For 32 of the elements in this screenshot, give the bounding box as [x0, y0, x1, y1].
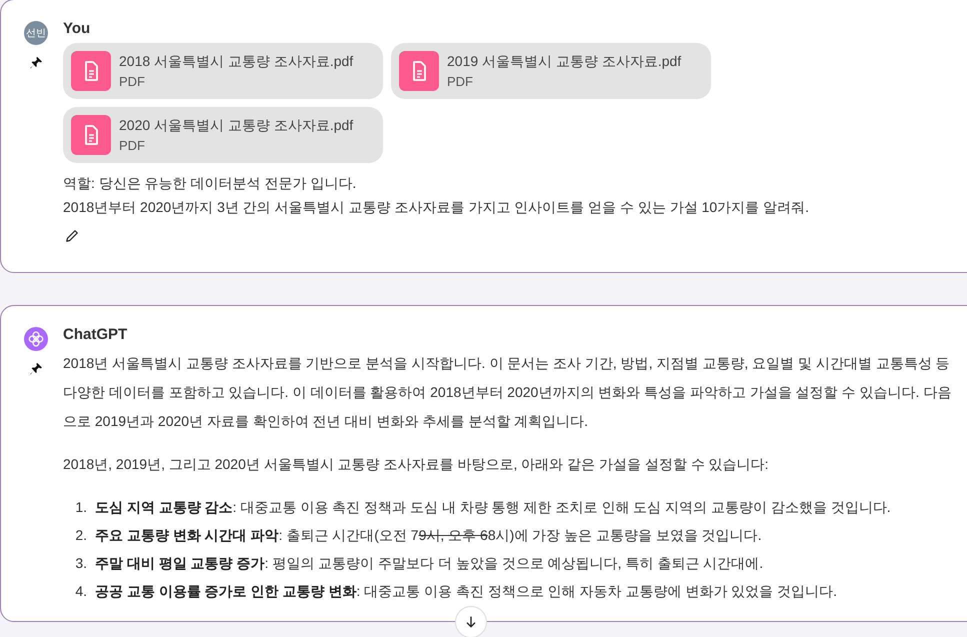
file-type: PDF	[119, 74, 146, 89]
list-item-text: 공공 교통 이용률 증가로 인한 교통량 변화: 대중교통 이용 촉진 정책으로 인해 자동차 교통량에 변화가 있었을 것입니다.	[95, 582, 838, 601]
list-number: 1.	[74, 498, 87, 517]
list-number: 3.	[74, 554, 87, 573]
file-attachment[interactable]: 2019 서울특별시 교통량 조사자료.pdf PDF	[391, 43, 711, 99]
file-name: 2019 서울특별시 교통량 조사자료.pdf	[447, 53, 682, 71]
file-name: 2020 서울특별시 교통량 조사자료.pdf	[119, 117, 354, 135]
file-type: PDF	[447, 74, 474, 89]
list-item-text: 도심 지역 교통량 감소: 대중교통 이용 촉진 정책과 도심 내 차량 통행 제한 조치로 인해 도심 지역의 교통량이 감소했을 것입니다.	[95, 498, 891, 517]
list-number: 4.	[74, 582, 87, 601]
file-attachment[interactable]: 2020 서울특별시 교통량 조사자료.pdf PDF	[63, 107, 383, 163]
pin-icon[interactable]	[28, 361, 44, 377]
message-text: 2018년, 2019년, 그리고 2020년 서울특별시 교통량 조사자료를 바탕으로, 아래와 같은 가설을 설정할 수 있습니다:	[63, 455, 770, 474]
document-icon	[71, 51, 111, 91]
edit-icon[interactable]	[63, 227, 81, 245]
user-avatar: 선빈	[24, 21, 48, 45]
list-number: 2.	[74, 526, 87, 545]
file-attachment[interactable]: 2018 서울특별시 교통량 조사자료.pdf PDF	[63, 43, 383, 99]
file-type: PDF	[119, 138, 146, 153]
list-item-text: 주요 교통량 변화 시간대 파악: 출퇴근 시간대(오전 79시, 오후 68시)에 가장 높은 교통량을 보였을 것입니다.	[95, 526, 762, 545]
document-icon	[71, 115, 111, 155]
pin-icon[interactable]	[28, 55, 44, 71]
author-name: You	[63, 20, 92, 37]
file-name: 2018 서울특별시 교통량 조사자료.pdf	[119, 53, 354, 71]
message-text: 2018년 서울특별시 교통량 조사자료를 기반으로 분석을 시작합니다. 이 문서는 조사 기간, 방법, 지점별 교통량, 요일별 및 시간대별 교통특성 등 다양한 데이터를 포함하고 있습니다. 이 데이터를 활용하여 2018년부터 2020년까지의 변화와 특성을 파악하고 가설을 설정할 수 있습니다. 다음으로 2019년과 2020년 자료를 확인하여 전년 대비 변화와 추세를 분석할 계획입니다.	[63, 354, 952, 431]
author-name: ChatGPT	[63, 326, 128, 343]
assistant-logo-icon	[24, 327, 48, 351]
list-item-text: 주말 대비 평일 교통량 증가: 평일의 교통량이 주말보다 더 높았을 것으로 예상됩니다, 특히 출퇴근 시간대에.	[95, 554, 764, 573]
message-text: 2018년부터 2020년까지 3년 간의 서울특별시 교통량 조사자료를 가지고 인사이트를 얻을 수 있는 가설 10가지를 알려줘.	[63, 198, 810, 217]
document-icon	[399, 51, 439, 91]
message-text: 역할: 당신은 유능한 데이터분석 전문가 입니다.	[63, 174, 358, 193]
scroll-down-button[interactable]	[455, 606, 487, 637]
